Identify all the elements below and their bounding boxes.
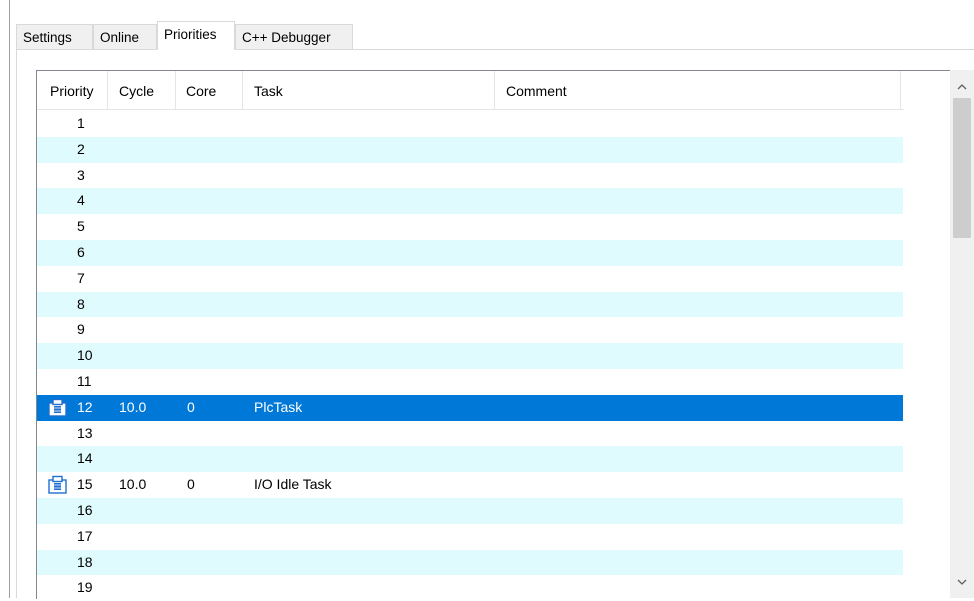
priority-cell: 4	[77, 192, 85, 209]
column-header-label: Priority	[50, 83, 94, 99]
list-header: Priority Cycle Core Task Comment	[37, 71, 904, 110]
table-row[interactable]: 13	[37, 421, 903, 447]
table-row[interactable]: 7	[37, 266, 903, 292]
table-row[interactable]: 19	[37, 575, 903, 601]
column-header-comment[interactable]: Comment	[495, 71, 901, 109]
tab-cpp-debugger-label: C++ Debugger	[242, 30, 331, 45]
cycle-cell: 10.0	[119, 398, 147, 415]
tab-online-label: Online	[100, 30, 140, 45]
priority-cell: 5	[77, 218, 85, 235]
table-row[interactable]: 18	[37, 549, 903, 576]
priority-cell: 14	[77, 450, 93, 467]
priority-cell: 16	[77, 501, 93, 518]
scrollbar-thumb[interactable]	[953, 98, 971, 238]
table-row[interactable]: 6	[37, 239, 903, 266]
window-frame-left	[9, 0, 10, 598]
table-row[interactable]: 10	[37, 343, 903, 369]
priority-cell: 19	[77, 579, 93, 596]
priority-cell: 6	[77, 243, 85, 260]
table-row[interactable]: 1	[37, 111, 903, 137]
priority-cell: 7	[77, 269, 85, 286]
column-header-label: Cycle	[119, 83, 155, 99]
table-row[interactable]: 2	[37, 136, 903, 163]
priority-cell: 18	[77, 553, 93, 570]
column-header-label: Core	[186, 83, 217, 99]
column-header-label: Task	[254, 83, 283, 99]
column-header-label: Comment	[506, 83, 567, 99]
table-row[interactable]: 12 10.0 0 PlcTask	[37, 394, 903, 421]
task-cell: I/O Idle Task	[254, 476, 332, 493]
table-row[interactable]: 3	[37, 163, 903, 189]
table-row[interactable]: 16	[37, 497, 903, 524]
plc-task-icon	[48, 398, 67, 417]
tab-priorities-label: Priorities	[164, 27, 217, 42]
priority-cell: 11	[77, 372, 92, 389]
table-row[interactable]: 14	[37, 446, 903, 473]
column-header-task[interactable]: Task	[243, 71, 495, 109]
priority-cell: 12	[77, 398, 93, 415]
column-header-core[interactable]: Core	[176, 71, 243, 109]
core-cell: 0	[187, 398, 195, 415]
core-cell: 0	[187, 476, 195, 493]
priority-cell: 1	[77, 115, 85, 131]
tab-settings[interactable]: Settings	[16, 24, 93, 49]
tab-cpp-debugger[interactable]: C++ Debugger	[235, 24, 353, 49]
table-row[interactable]: 4	[37, 188, 903, 215]
list-rows: 1 2 3 4 5 6 7 8 9 10 11 12 10.0 0 PlcTask 13 14 15 10.0 0 I/…	[37, 111, 903, 601]
table-row[interactable]: 15 10.0 0 I/O Idle Task	[37, 472, 903, 498]
table-row[interactable]: 17	[37, 524, 903, 550]
priority-cell: 10	[77, 347, 93, 364]
tab-bar: Settings Online Priorities C++ Debugger	[16, 21, 974, 50]
priority-cell: 8	[77, 295, 85, 312]
table-row[interactable]: 9	[37, 317, 903, 343]
priority-cell: 17	[77, 527, 93, 544]
table-row[interactable]: 11	[37, 369, 903, 395]
tab-online[interactable]: Online	[93, 24, 157, 49]
priority-cell: 15	[77, 476, 93, 493]
priority-cell: 2	[77, 140, 85, 157]
priority-cell: 9	[77, 321, 85, 338]
vertical-scrollbar[interactable]	[950, 70, 974, 598]
chevron-up-icon[interactable]	[950, 74, 974, 98]
cycle-cell: 10.0	[119, 476, 147, 493]
chevron-down-icon[interactable]	[950, 570, 974, 594]
tab-priorities[interactable]: Priorities	[157, 21, 235, 50]
priorities-list[interactable]: Priority Cycle Core Task Comment 1234567…	[36, 70, 974, 599]
priority-cell: 3	[77, 166, 85, 183]
table-row[interactable]: 8	[37, 291, 903, 318]
column-header-cycle[interactable]: Cycle	[108, 71, 176, 109]
priority-cell: 13	[77, 424, 93, 441]
column-header-priority[interactable]: Priority	[37, 71, 108, 109]
task-cell: PlcTask	[254, 398, 303, 415]
table-row[interactable]: 5	[37, 214, 903, 240]
io-task-icon	[48, 475, 67, 494]
tab-settings-label: Settings	[23, 30, 72, 45]
